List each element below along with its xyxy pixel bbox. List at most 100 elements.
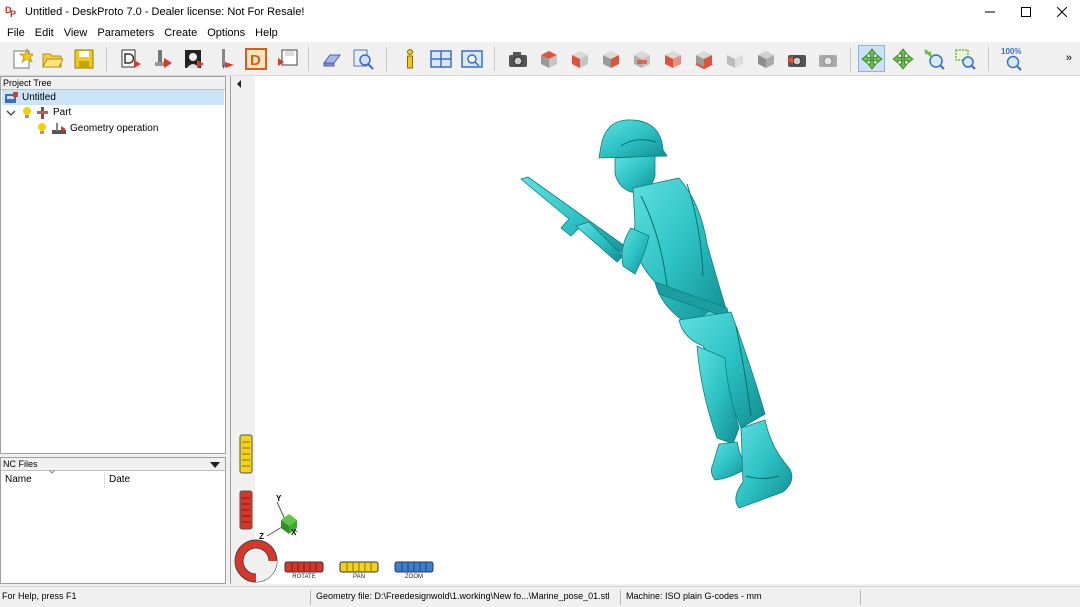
operation-icon <box>52 122 66 134</box>
menu-help[interactable]: Help <box>250 24 283 42</box>
new-star-icon <box>13 47 33 68</box>
magnifier-page-icon <box>353 49 374 70</box>
zoom-plus-icon <box>923 48 945 70</box>
zoom-window-button[interactable] <box>951 45 978 72</box>
operation-wizard-button[interactable] <box>180 45 207 72</box>
part-icon <box>37 106 48 119</box>
dimensions-button[interactable]: D <box>242 45 269 72</box>
cube-front-icon <box>571 50 588 68</box>
project-icon <box>5 91 18 103</box>
cube-bottom-icon <box>695 50 712 69</box>
part-parameters-button[interactable] <box>149 45 176 72</box>
model-viewport[interactable]: Y X Z ROTATE PAN ZOOM <box>230 76 1080 584</box>
rotate-dial[interactable] <box>284 561 324 573</box>
minimize-icon <box>985 11 995 13</box>
zoom-100-icon: 100% <box>1001 47 1022 71</box>
part-wizard-button[interactable] <box>117 45 144 72</box>
camera-disabled-icon <box>818 54 837 67</box>
previous-view-button[interactable] <box>783 45 810 72</box>
maximize-button[interactable] <box>1008 0 1044 24</box>
chevron-down-icon[interactable] <box>6 108 16 118</box>
zoom-dial[interactable] <box>394 561 434 573</box>
cube-grey-icon <box>757 50 774 68</box>
tree-item-part[interactable]: Part <box>2 105 224 120</box>
pan-dial[interactable] <box>339 561 379 573</box>
menu-view[interactable]: View <box>59 24 93 42</box>
status-geometry-file: Geometry file: D:\Freedesignwold\1.worki… <box>316 591 610 601</box>
yellow-slider-handle[interactable] <box>239 434 253 474</box>
app-logo-icon: DP <box>5 5 17 19</box>
menu-file[interactable]: File <box>2 24 30 42</box>
part-arrow-icon <box>154 49 172 68</box>
camera-back-icon <box>786 54 806 67</box>
dropdown-arrow-icon[interactable] <box>210 461 220 469</box>
nc-column-date[interactable]: Date <box>105 472 223 488</box>
save-disk-icon <box>74 49 93 68</box>
menu-create[interactable]: Create <box>159 24 202 42</box>
rotate-dial-wheel[interactable] <box>233 538 279 584</box>
tool-button[interactable] <box>211 45 238 72</box>
tree-item-operation[interactable]: Geometry operation <box>2 121 224 136</box>
open-project-button[interactable] <box>38 45 65 72</box>
menu-parameters[interactable]: Parameters <box>92 24 159 42</box>
toolbar-overflow-button[interactable]: » <box>1066 52 1072 64</box>
axis-x-label: X <box>291 528 297 537</box>
zoom-window-icon <box>954 48 976 70</box>
info-icon <box>406 48 413 68</box>
soldier-model <box>520 119 793 509</box>
tree-item-project[interactable]: Untitled <box>2 90 224 105</box>
toolbar: D 100% » <box>0 42 1080 76</box>
lightbulb-icon[interactable] <box>36 122 48 136</box>
cube-left-icon <box>664 50 681 68</box>
view-right-button[interactable] <box>597 45 624 72</box>
info-button[interactable] <box>396 45 423 72</box>
zoom-mode-button[interactable] <box>920 45 947 72</box>
lightbulb-icon[interactable] <box>21 106 33 120</box>
new-project-button[interactable] <box>8 45 35 72</box>
next-view-button[interactable] <box>814 45 841 72</box>
view-flat-button[interactable] <box>752 45 779 72</box>
status-help-text: For Help, press F1 <box>2 591 77 601</box>
inspect-button[interactable] <box>349 45 376 72</box>
menu-options[interactable]: Options <box>202 24 250 42</box>
view-bottom-button[interactable] <box>690 45 717 72</box>
save-nc-button[interactable] <box>273 45 300 72</box>
rotate-dial-label: ROTATE <box>292 574 316 580</box>
save-project-button[interactable] <box>70 45 97 72</box>
save-nc-icon <box>277 49 297 66</box>
minimize-button[interactable] <box>972 0 1008 24</box>
menu-edit[interactable]: Edit <box>30 24 59 42</box>
view-top-button[interactable] <box>535 45 562 72</box>
cube-right-icon <box>602 50 619 68</box>
layout-button[interactable] <box>427 45 454 72</box>
preview-button[interactable] <box>458 45 485 72</box>
title-bar: DP Untitled - DeskProto 7.0 - Dealer lic… <box>0 0 1080 24</box>
status-bar: For Help, press F1 Geometry file: D:\Fre… <box>0 586 1080 607</box>
rotate-mode-button[interactable] <box>858 45 885 72</box>
svg-text:100%: 100% <box>1001 47 1021 56</box>
zoom-dial-label: ZOOM <box>405 574 423 580</box>
nc-column-name[interactable]: Name <box>1 470 105 488</box>
window-grid-icon <box>429 49 452 68</box>
tree-item-operation-label: Geometry operation <box>70 123 159 134</box>
folder-open-icon <box>41 53 63 67</box>
window-title: Untitled - DeskProto 7.0 - Dealer licens… <box>25 6 305 18</box>
camera-view-button[interactable] <box>504 45 531 72</box>
view-back-button[interactable] <box>628 45 655 72</box>
zoom-100-button[interactable]: 100% <box>999 45 1026 72</box>
close-button[interactable] <box>1044 0 1080 24</box>
pan-mode-button[interactable] <box>889 45 916 72</box>
erase-button[interactable] <box>318 45 345 72</box>
view-left-button[interactable] <box>659 45 686 72</box>
d-letter-icon: D <box>244 47 267 70</box>
rotate-arrows-icon <box>860 47 883 70</box>
view-front-button[interactable] <box>566 45 593 72</box>
axis-z-label: Z <box>259 532 264 541</box>
eraser-icon <box>322 54 341 66</box>
cutter-tool-icon <box>221 48 234 69</box>
view-iso-button[interactable] <box>721 45 748 72</box>
operation-image-icon <box>184 49 204 68</box>
red-slider-handle[interactable] <box>239 490 253 530</box>
cube-top-icon <box>540 50 557 68</box>
menu-bar: File Edit View Parameters Create Options… <box>0 24 1080 42</box>
